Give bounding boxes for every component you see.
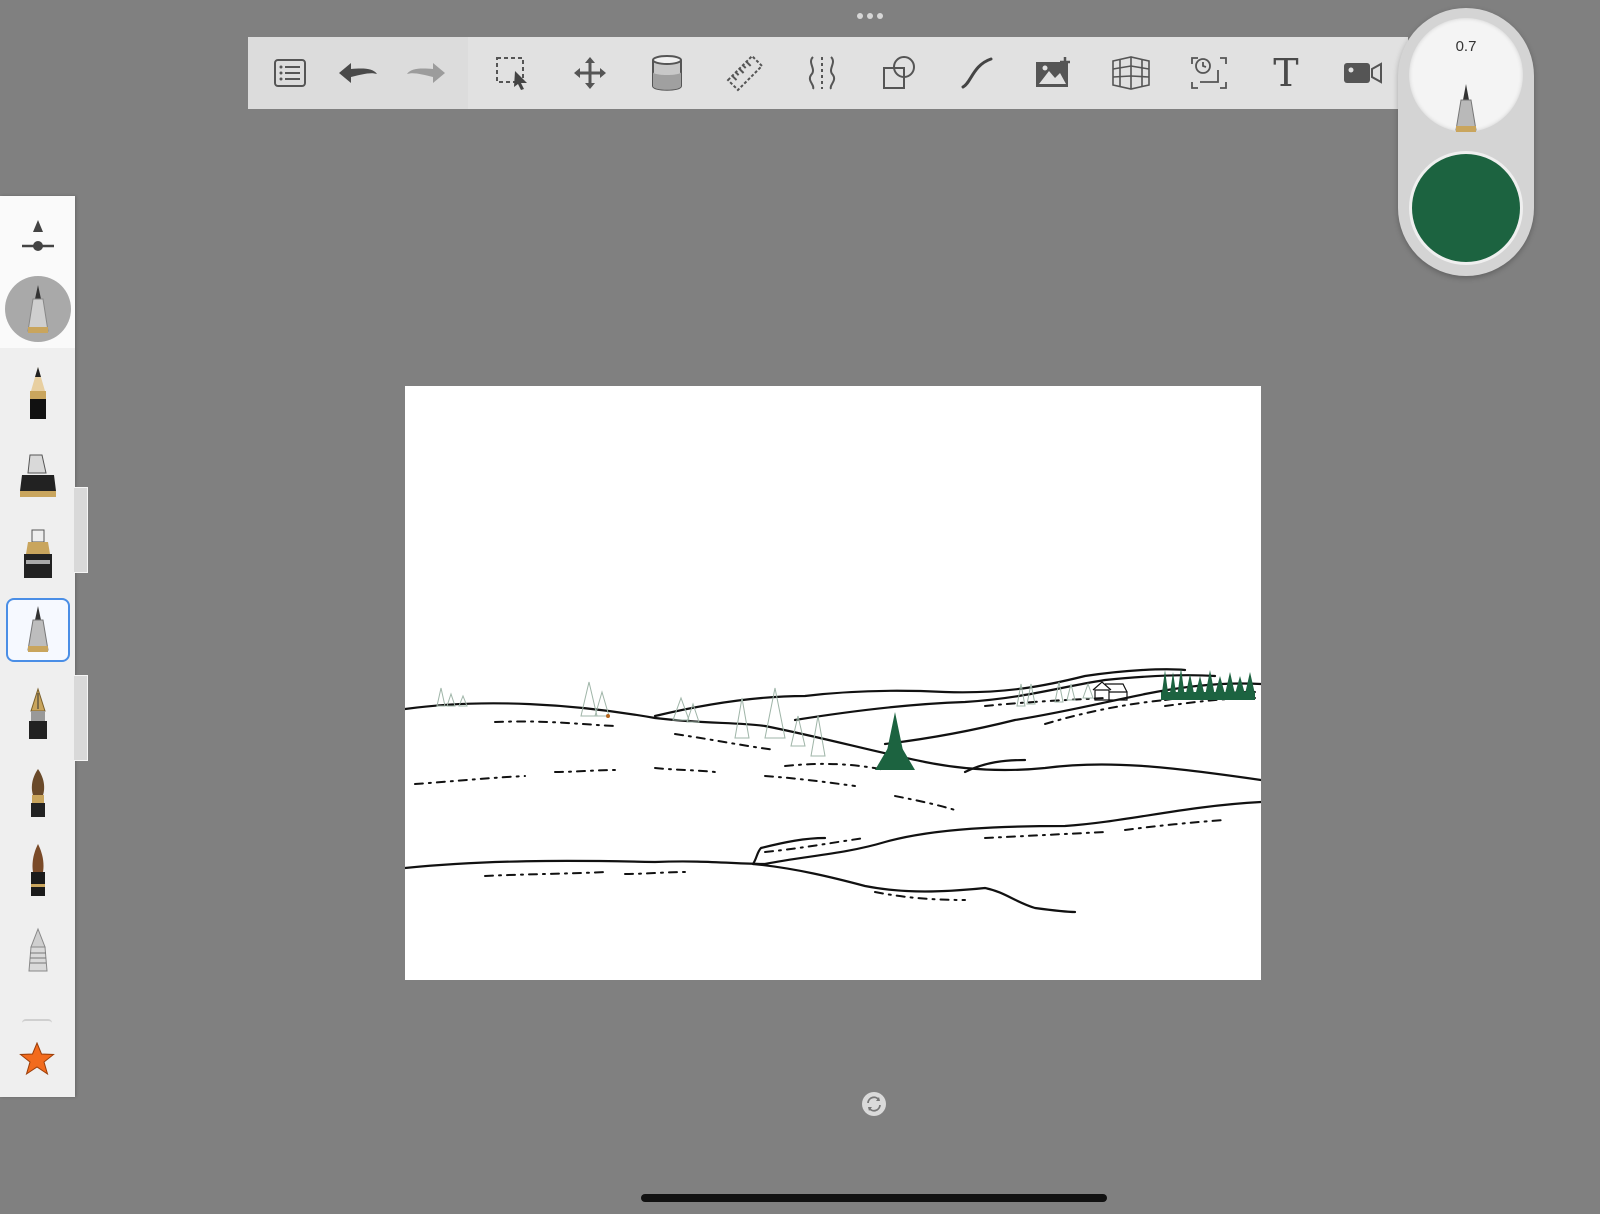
home-indicator[interactable]	[641, 1194, 1107, 1202]
brush-set-tab-2[interactable]	[74, 675, 88, 761]
brush-properties-icon[interactable]	[20, 218, 56, 257]
paintbrush-brush-icon[interactable]	[6, 761, 70, 825]
airbrush-brush-icon[interactable]	[6, 918, 70, 982]
marker-brush-icon[interactable]	[6, 444, 70, 508]
ballpoint-pen-brush-icon[interactable]	[6, 598, 70, 662]
toolbar-history-group	[248, 37, 468, 109]
main-toolbar: T	[248, 37, 1408, 109]
brush-palette-header	[0, 196, 75, 348]
shapes-icon[interactable]	[877, 51, 921, 95]
timelapse-icon[interactable]	[1187, 51, 1231, 95]
fountain-pen-brush-icon[interactable]	[6, 682, 70, 746]
ruler-icon[interactable]	[723, 51, 767, 95]
current-brush-preview[interactable]	[5, 276, 71, 342]
text-icon[interactable]: T	[1264, 51, 1308, 95]
paint-marker-brush-icon[interactable]	[6, 522, 70, 586]
video-record-icon[interactable]	[1341, 51, 1385, 95]
ink-brush-brush-icon[interactable]	[6, 838, 70, 902]
symmetry-icon[interactable]	[800, 51, 844, 95]
brush-palette	[0, 196, 75, 1097]
color-puck[interactable]	[1409, 151, 1523, 265]
perspective-guide-icon[interactable]	[1109, 51, 1153, 95]
fill-bucket-icon[interactable]	[645, 51, 689, 95]
brush-size-value: 0.7	[1455, 38, 1477, 55]
drawing-canvas[interactable]	[405, 386, 1261, 980]
toolbar-tools-group: T	[468, 37, 1408, 109]
move-transform-icon[interactable]	[568, 51, 612, 95]
brush-size-puck[interactable]: 0.7	[1409, 18, 1523, 132]
more-brushes-indicator	[22, 1019, 52, 1027]
brush-set-tab-1[interactable]	[74, 487, 88, 573]
list-menu-icon[interactable]	[268, 51, 312, 95]
curve-icon[interactable]	[955, 51, 999, 95]
pencil-brush-icon[interactable]	[6, 361, 70, 425]
redo-icon[interactable]	[404, 51, 448, 95]
landscape-sketch	[405, 668, 1261, 914]
undo-icon[interactable]	[336, 51, 380, 95]
rotate-reset-icon[interactable]	[862, 1092, 886, 1116]
ballpoint-pen-icon	[1450, 82, 1482, 139]
toolbar-drag-handle[interactable]	[857, 13, 883, 19]
add-image-icon[interactable]	[1032, 51, 1076, 95]
brush-puck: 0.7	[1398, 8, 1534, 276]
star-icon[interactable]	[19, 1041, 55, 1081]
selection-icon[interactable]	[491, 51, 535, 95]
